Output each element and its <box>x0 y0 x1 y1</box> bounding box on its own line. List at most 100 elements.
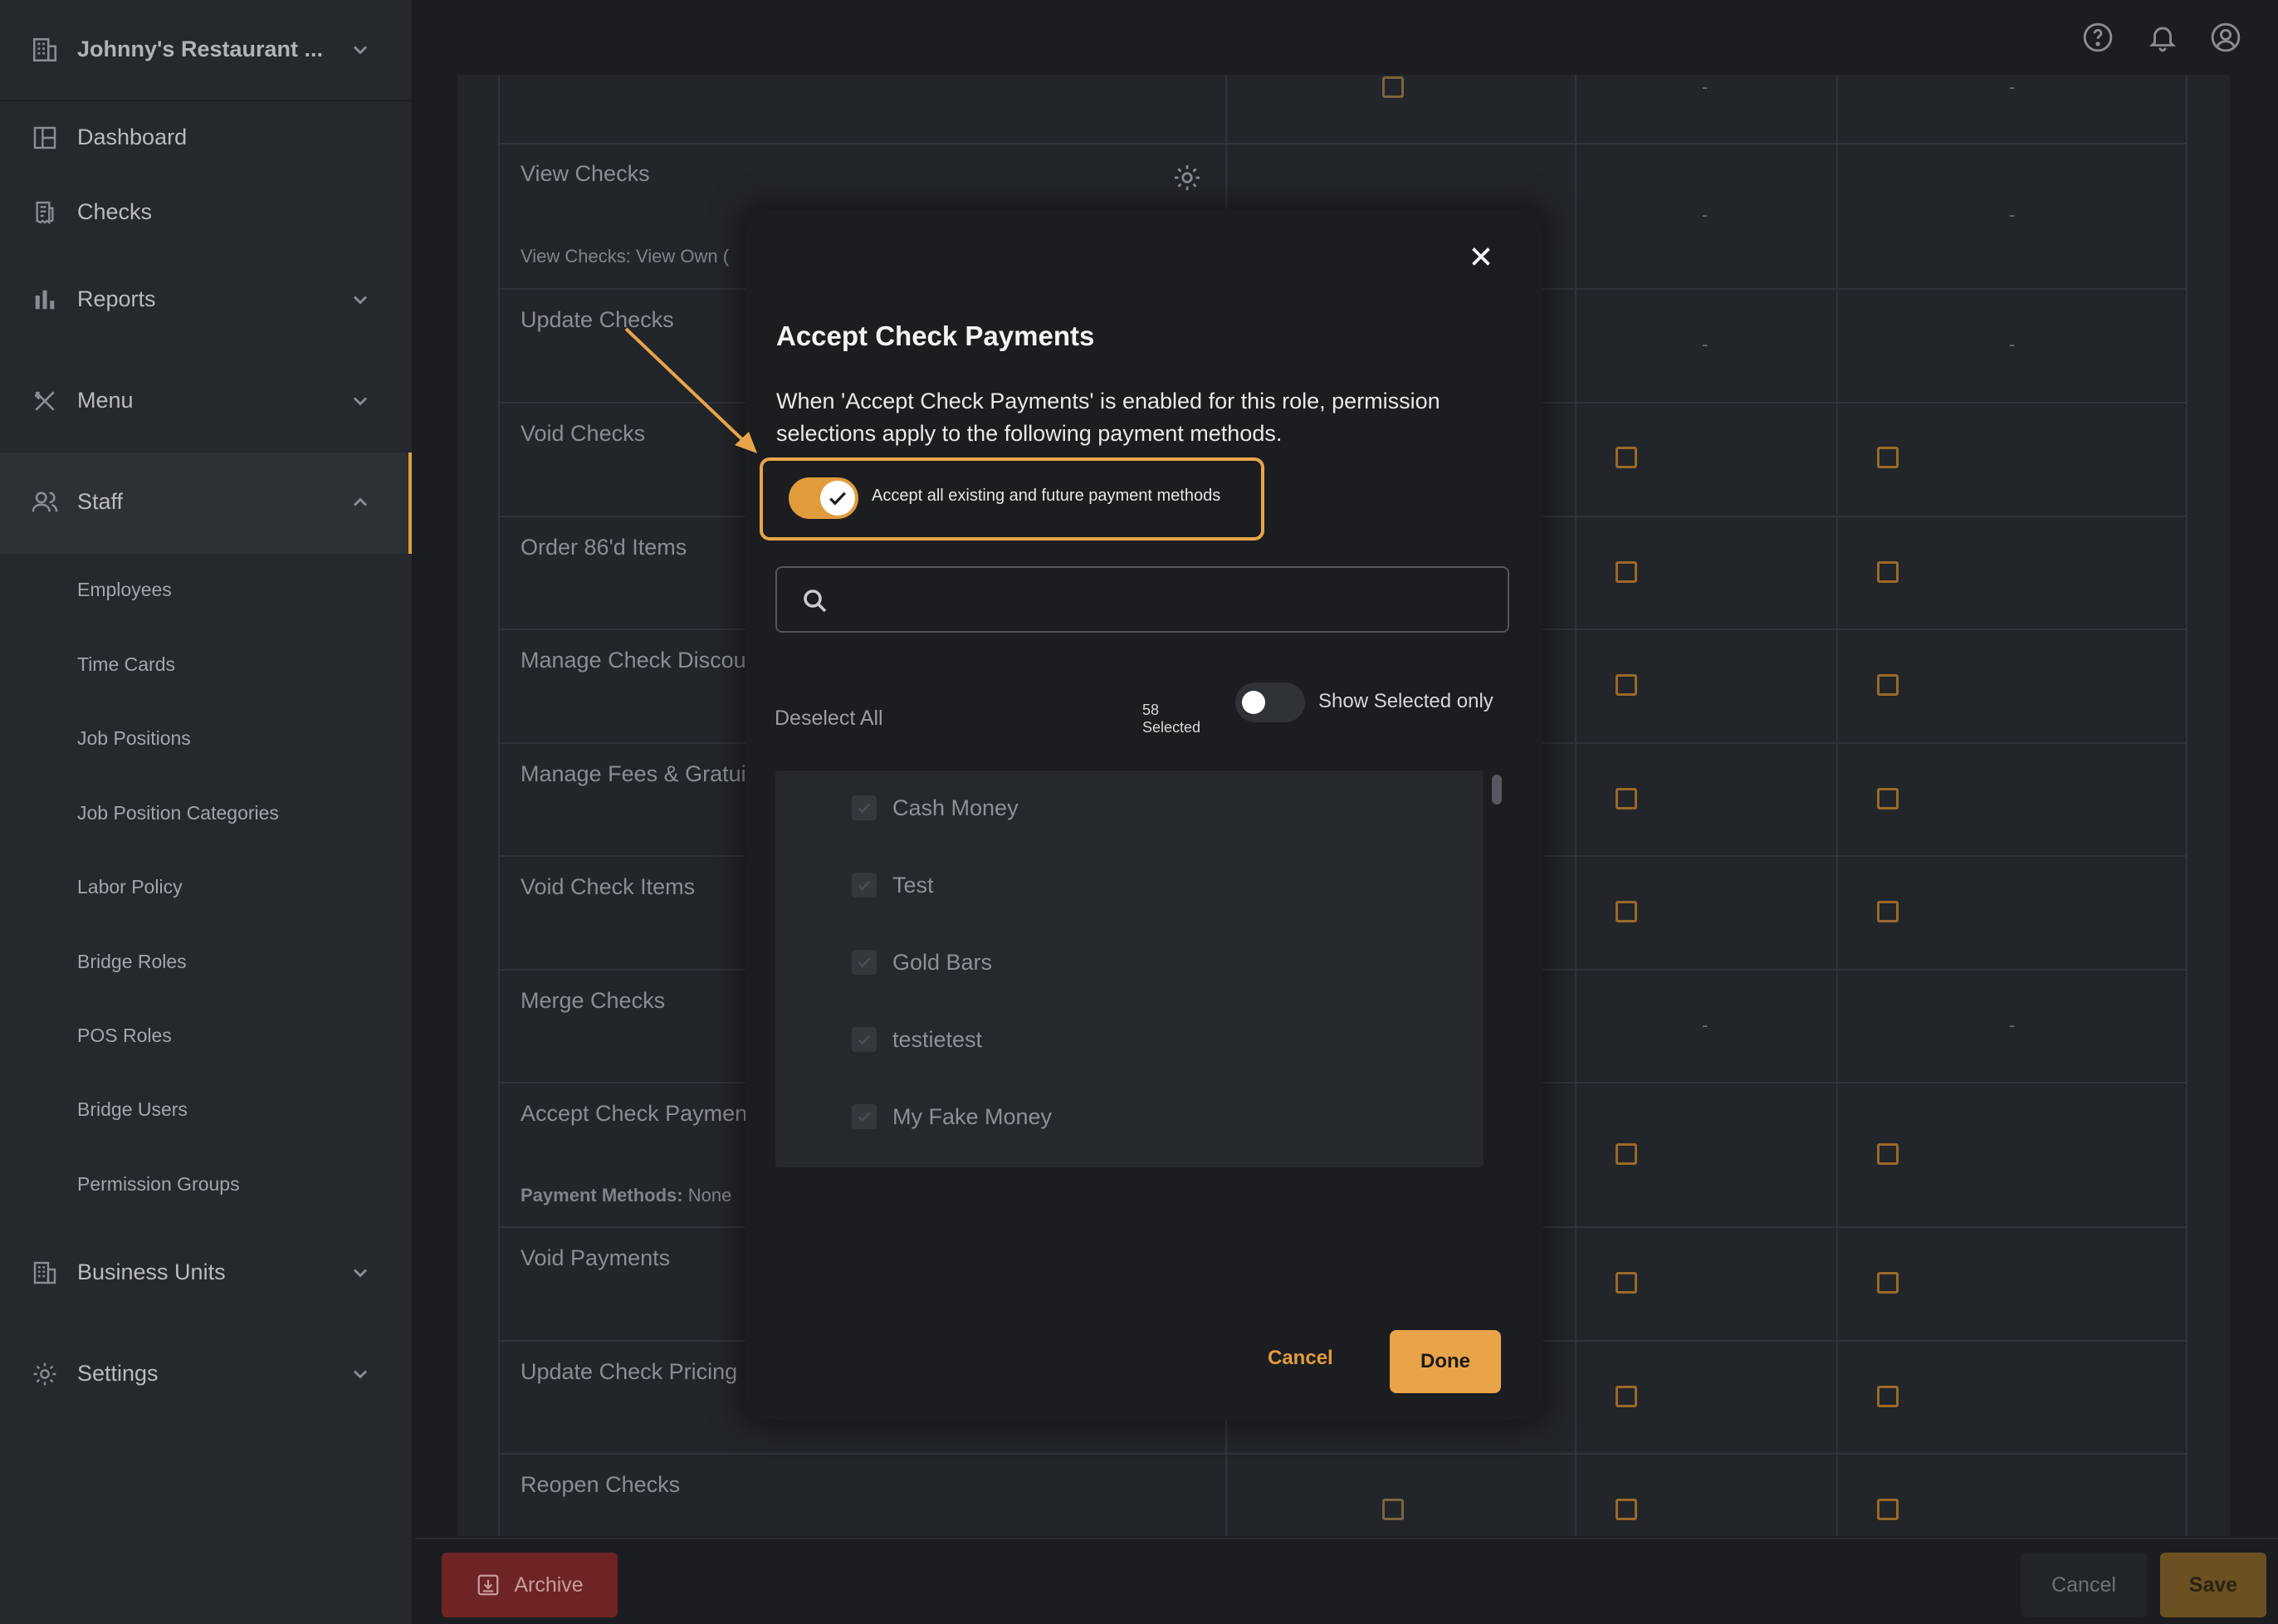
sidebar-subitem-permission-groups[interactable]: Permission Groups <box>77 1173 240 1196</box>
toggle-knob <box>820 481 855 516</box>
permission-checkbox[interactable] <box>1616 1272 1637 1294</box>
selected-count-word: Selected <box>1142 719 1201 736</box>
bell-icon[interactable] <box>2147 22 2178 53</box>
sidebar-item-staff[interactable]: Staff <box>0 452 412 554</box>
permission-checkbox[interactable] <box>1616 1143 1637 1165</box>
permission-checkbox[interactable] <box>1877 901 1899 922</box>
footer-bar <box>415 1538 2278 1624</box>
check-icon <box>858 1035 871 1045</box>
building-icon <box>30 1258 60 1288</box>
permission-checkbox[interactable] <box>1877 561 1899 583</box>
payment-method-checkbox[interactable] <box>852 1027 877 1052</box>
sidebar-item-menu[interactable]: Menu <box>0 379 412 423</box>
modal-cancel-button[interactable]: Cancel <box>1268 1347 1333 1370</box>
sidebar-item-label: Reports <box>77 286 156 311</box>
deselect-all-button[interactable]: Deselect All <box>775 707 883 731</box>
permission-sublabel: View Checks: View Own ( <box>521 246 730 267</box>
sidebar-subitem-time-cards[interactable]: Time Cards <box>77 653 175 676</box>
search-input[interactable] <box>843 576 1491 624</box>
payment-methods-summary: Payment Methods: None <box>521 1185 731 1206</box>
help-icon[interactable] <box>2082 22 2114 53</box>
receipt-icon <box>30 198 60 227</box>
permission-label: Update Checks <box>521 307 674 332</box>
permission-checkbox[interactable] <box>1616 674 1637 696</box>
user-account-icon[interactable] <box>2210 22 2241 53</box>
permission-checkbox[interactable] <box>1877 674 1899 696</box>
permission-checkbox[interactable] <box>1877 1143 1899 1165</box>
sidebar-subitem-labor-policy[interactable]: Labor Policy <box>77 876 183 898</box>
payment-method-list <box>775 770 1484 1167</box>
archive-icon <box>477 1574 499 1596</box>
sidebar-subitem-employees[interactable]: Employees <box>77 579 172 601</box>
payment-methods-value: None <box>682 1185 732 1206</box>
list-scrollbar[interactable] <box>1492 775 1502 805</box>
org-switcher[interactable]: Johnny's Restaurant ... <box>0 0 412 101</box>
sidebar-subitem-bridge-roles[interactable]: Bridge Roles <box>77 951 187 973</box>
sidebar-item-reports[interactable]: Reports <box>0 278 412 321</box>
permission-checkbox[interactable] <box>1877 1272 1899 1294</box>
empty-cell: - <box>2009 204 2016 225</box>
check-icon <box>858 880 871 891</box>
sidebar-item-dashboard[interactable]: Dashboard <box>0 116 412 159</box>
payment-method-label: Gold Bars <box>892 950 993 975</box>
table-row <box>498 143 2188 144</box>
accept-all-toggle[interactable] <box>789 477 858 519</box>
table-border <box>2186 75 2188 1536</box>
permission-label: Order 86'd Items <box>521 535 687 560</box>
sidebar-item-business-units[interactable]: Business Units <box>0 1251 412 1294</box>
sidebar-item-label: Settings <box>77 1361 159 1386</box>
payment-method-checkbox[interactable] <box>852 950 877 975</box>
close-icon[interactable] <box>1465 241 1497 272</box>
payment-method-search[interactable] <box>775 566 1509 633</box>
chevron-down-icon <box>353 46 368 55</box>
sidebar-item-settings[interactable]: Settings <box>0 1353 412 1396</box>
permission-checkbox[interactable] <box>1877 447 1899 468</box>
archive-button[interactable]: Archive <box>442 1553 618 1617</box>
building-icon <box>30 35 60 65</box>
permission-label: Manage Check Discou <box>521 648 746 673</box>
gear-icon[interactable] <box>1172 163 1202 193</box>
sidebar-item-checks[interactable]: Checks <box>0 191 412 234</box>
toggle-knob <box>1242 691 1265 714</box>
payment-method-checkbox[interactable] <box>852 795 877 820</box>
permission-checkbox[interactable] <box>1616 788 1637 810</box>
permission-checkbox-checked[interactable] <box>1382 76 1404 98</box>
utensils-icon <box>30 386 60 416</box>
sidebar-subitem-job-position-categories[interactable]: Job Position Categories <box>77 802 279 824</box>
bar-chart-icon <box>30 285 60 315</box>
save-button[interactable]: Save <box>2160 1553 2266 1617</box>
payment-method-label: Test <box>892 873 934 898</box>
empty-cell: - <box>1702 334 1708 355</box>
permission-checkbox[interactable] <box>1877 1499 1899 1520</box>
permission-checkbox[interactable] <box>1616 901 1637 922</box>
table-border <box>1575 75 1577 1536</box>
permission-checkbox[interactable] <box>1616 561 1637 583</box>
permission-checkbox[interactable] <box>1616 1386 1637 1407</box>
permission-checkbox-checked[interactable] <box>1382 1499 1404 1520</box>
permission-checkbox[interactable] <box>1616 447 1637 468</box>
permission-label: Void Payments <box>521 1245 671 1270</box>
table-row <box>498 1453 2188 1455</box>
payment-method-checkbox[interactable] <box>852 873 877 898</box>
permission-checkbox[interactable] <box>1877 788 1899 810</box>
cancel-button[interactable]: Cancel <box>2021 1553 2147 1617</box>
table-border <box>498 75 500 1536</box>
accept-all-label: Accept all existing and future payment m… <box>872 487 1221 505</box>
modal-done-button[interactable]: Done <box>1390 1330 1501 1393</box>
empty-cell: - <box>2009 76 2016 97</box>
selected-count: 58 Selected <box>1142 702 1200 736</box>
sidebar-subitem-pos-roles[interactable]: POS Roles <box>77 1025 172 1047</box>
payment-method-label: Cash Money <box>892 795 1019 820</box>
sidebar-subitem-bridge-users[interactable]: Bridge Users <box>77 1098 188 1121</box>
chevron-down-icon <box>353 1269 368 1278</box>
permission-label: Accept Check Paymen <box>521 1101 748 1126</box>
empty-cell: - <box>1702 1015 1708 1035</box>
permission-checkbox[interactable] <box>1877 1386 1899 1407</box>
sidebar-subitem-job-positions[interactable]: Job Positions <box>77 727 191 750</box>
payment-method-label: My Fake Money <box>892 1104 1053 1129</box>
permission-label: Merge Checks <box>521 988 666 1013</box>
permission-checkbox[interactable] <box>1616 1499 1637 1520</box>
show-selected-toggle[interactable] <box>1235 682 1305 722</box>
sidebar-item-label: Business Units <box>77 1260 226 1284</box>
payment-method-checkbox[interactable] <box>852 1104 877 1129</box>
